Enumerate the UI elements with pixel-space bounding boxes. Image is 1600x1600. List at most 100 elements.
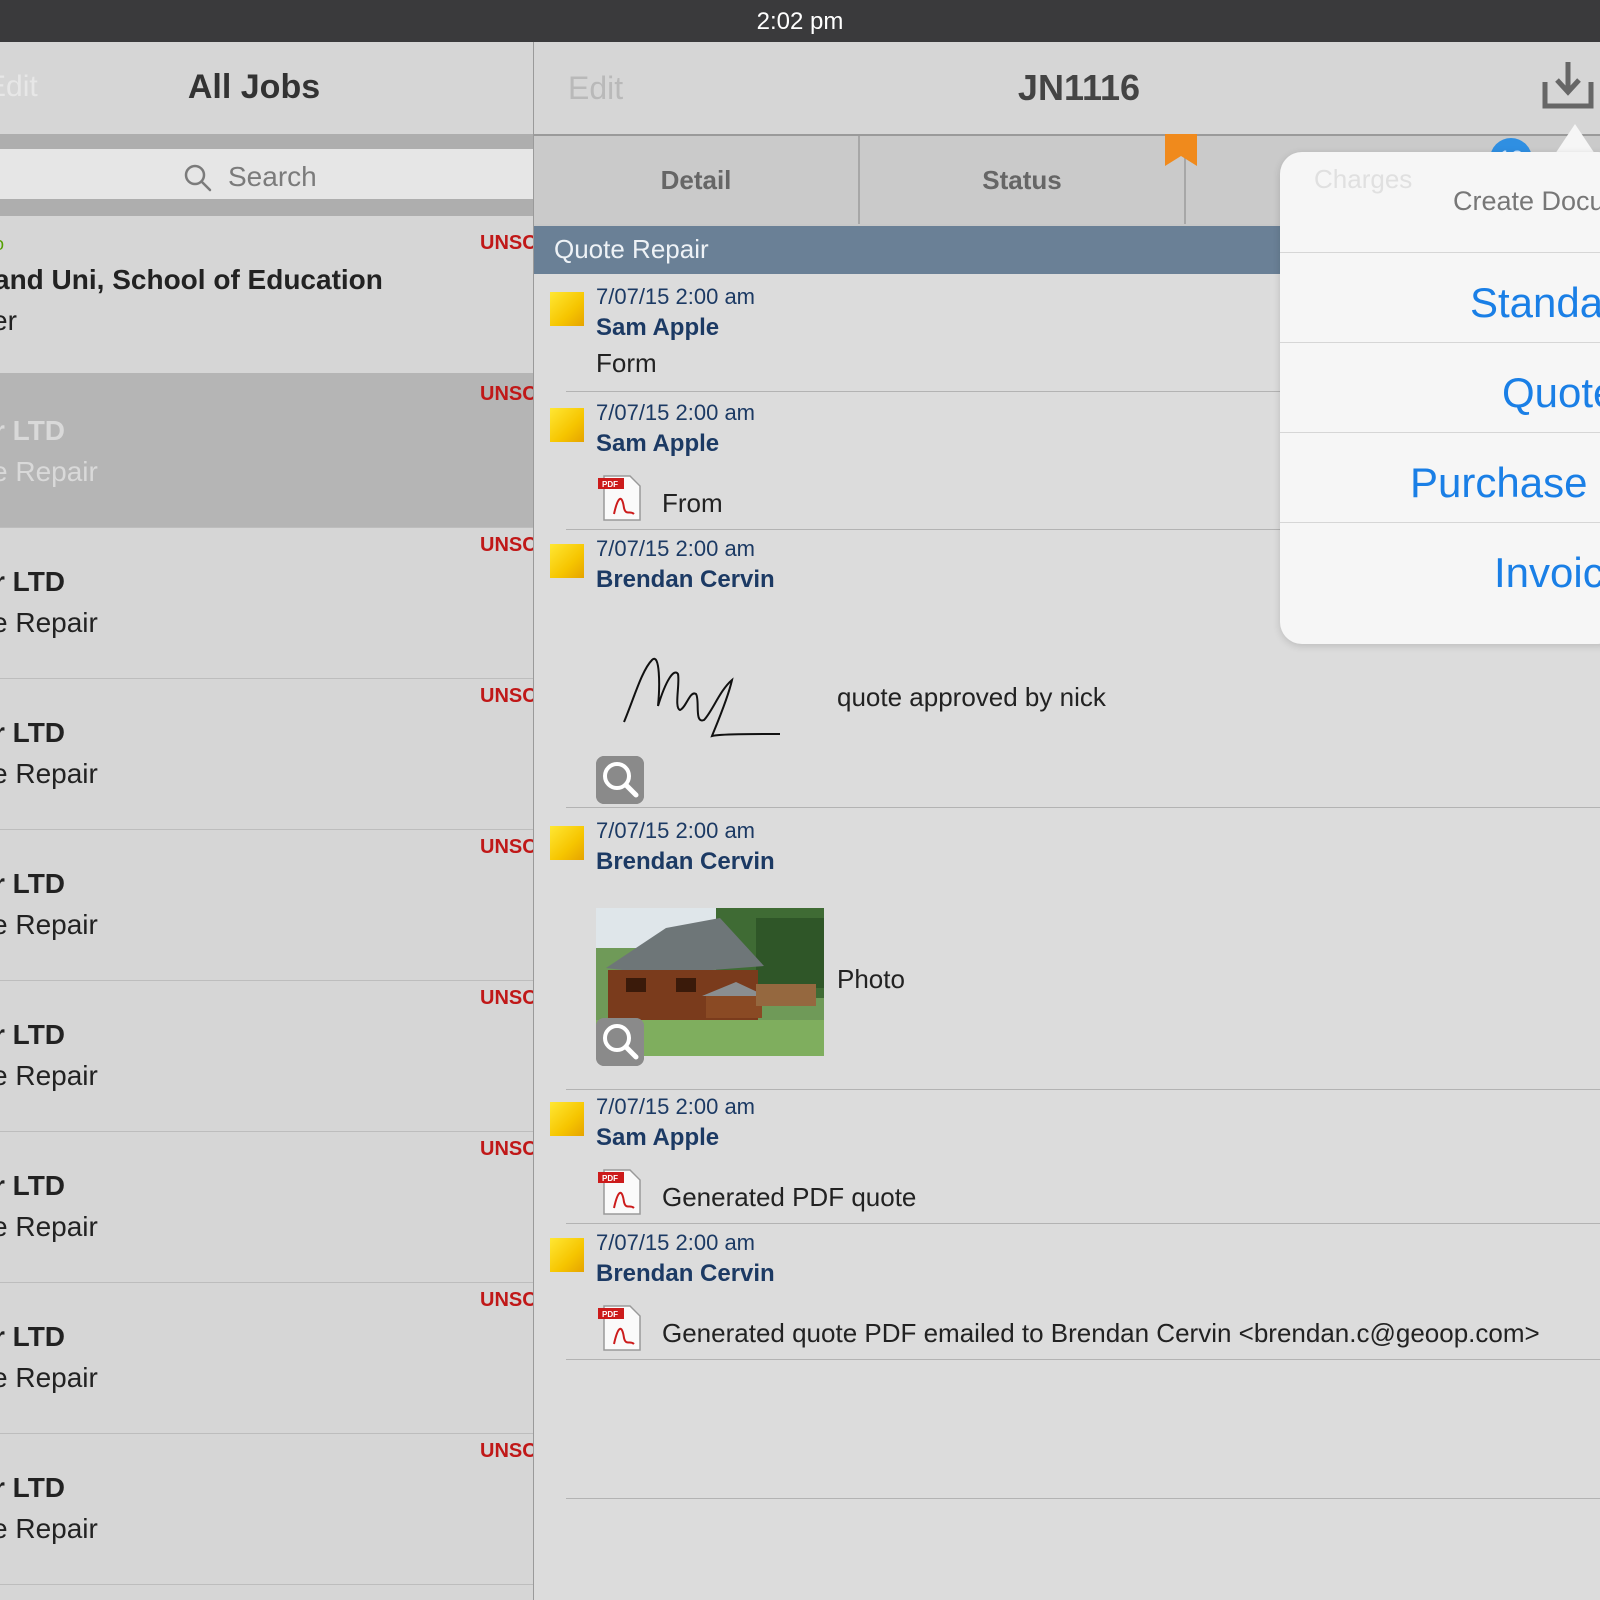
job-client: r LTD (0, 1472, 66, 1503)
job-row[interactable]: UNSC r LTD e Repair (0, 977, 533, 1132)
note-icon (550, 826, 584, 860)
note-icon (550, 408, 584, 442)
entry-date: 7/07/15 2:00 am (596, 1094, 756, 1119)
job-row[interactable]: UNSC r LTD e Repair (0, 1128, 533, 1283)
job-row[interactable]: UNSC r LTD e Repair (0, 1430, 533, 1585)
detail-edit-button[interactable]: Edit (568, 70, 623, 107)
section-title: Quote Repair (554, 234, 709, 264)
entry-author: Brendan Cervin (596, 566, 775, 593)
create-standard-option[interactable]: Standa (1280, 252, 1600, 343)
job-client: r LTD (0, 717, 66, 748)
svg-text:PDF: PDF (602, 1310, 618, 1319)
download-icon[interactable] (1542, 60, 1594, 110)
svg-text:PDF: PDF (602, 1174, 618, 1183)
job-client: r LTD (0, 415, 66, 446)
entry-text: Form (596, 348, 657, 378)
job-description: e Repair (0, 758, 98, 789)
job-description: e Repair (0, 1211, 98, 1242)
zoom-icon[interactable] (596, 1018, 644, 1066)
entry-author: Brendan Cervin (596, 1260, 775, 1287)
tab-status[interactable]: Status (860, 136, 1186, 224)
status-time: 2:02 pm (756, 8, 844, 35)
job-client: r LTD (0, 566, 66, 597)
job-status: UNSC (480, 1440, 533, 1462)
job-description: e Repair (0, 1060, 98, 1091)
popover-header: Charges Create Docu (1280, 152, 1600, 252)
entry-text: Generated PDF quote (662, 1182, 917, 1212)
pdf-icon[interactable]: PDF (596, 1304, 644, 1352)
job-description: e Repair (0, 456, 98, 487)
status-bar: 2:02 pm (0, 0, 1600, 42)
divider (566, 1359, 1600, 1360)
job-description: e Repair (0, 1513, 98, 1544)
zoom-icon[interactable] (596, 756, 644, 804)
bookmark-icon (1165, 134, 1197, 166)
job-number-title: JN1116 (1017, 67, 1141, 108)
job-status: UNSC (480, 836, 533, 858)
detail-nav-bar: Edit JN1116 (534, 42, 1600, 134)
entry-text: quote approved by nick (837, 682, 1106, 712)
svg-text:PDF: PDF (602, 480, 618, 489)
job-status: UNSC (480, 232, 533, 254)
job-row[interactable]: UNSC r LTD e Repair (0, 373, 533, 528)
entry-date: 7/07/15 2:00 am (596, 818, 756, 843)
pdf-icon[interactable]: PDF (596, 474, 644, 522)
job-row[interactable]: UNSC r LTD e Repair (0, 1279, 533, 1434)
job-row[interactable]: UNSC r LTD e Repair (0, 675, 533, 830)
job-description: e Repair (0, 1362, 98, 1393)
job-row[interactable]: o UNSC and Uni, School of Education er (0, 222, 533, 377)
entry-text: Generated quote PDF emailed to Brendan C… (662, 1318, 1540, 1348)
search-icon (184, 164, 212, 192)
job-client: r LTD (0, 1019, 66, 1050)
note-entry[interactable]: 7/07/15 2:00 am Brendan Cervin Photo (534, 812, 1600, 1092)
note-entry[interactable]: 7/07/15 2:00 am Brendan Cervin PDF Gener… (534, 1224, 1600, 1364)
job-client: and Uni, School of Education (0, 264, 383, 295)
divider (0, 134, 533, 149)
job-client: r LTD (0, 868, 66, 899)
job-description: e Repair (0, 909, 98, 940)
job-status: UNSC (480, 534, 533, 556)
create-quote-option[interactable]: Quote (1280, 342, 1600, 433)
create-invoice-option[interactable]: Invoic (1280, 522, 1600, 613)
entry-date: 7/07/15 2:00 am (596, 400, 756, 425)
note-icon (550, 1102, 584, 1136)
note-entry[interactable]: 7/07/15 2:00 am Sam Apple PDF Generated … (534, 1088, 1600, 1228)
note-icon (550, 292, 584, 326)
entry-date: 7/07/15 2:00 am (596, 284, 756, 309)
divider (566, 1498, 1600, 1499)
popover-arrow (1555, 124, 1595, 154)
signature-image[interactable] (620, 650, 780, 740)
entry-date: 7/07/15 2:00 am (596, 536, 756, 561)
job-tag: o (0, 234, 4, 255)
tab-detail[interactable]: Detail (534, 136, 860, 224)
note-icon (550, 1238, 584, 1272)
entry-text: Photo (837, 964, 905, 994)
job-row[interactable]: UNSC r LTD e Repair (0, 524, 533, 679)
job-status: UNSC (480, 987, 533, 1009)
divider (0, 199, 533, 216)
entry-text: From (662, 488, 723, 518)
job-client: r LTD (0, 1170, 66, 1201)
job-status: UNSC (480, 685, 533, 707)
job-status: UNSC (480, 383, 533, 405)
job-description: er (0, 305, 17, 336)
pdf-icon[interactable]: PDF (596, 1168, 644, 1216)
charges-tab-ghost-label: Charges (1314, 164, 1413, 194)
search-input[interactable]: Search (228, 161, 317, 193)
option-label: Invoic (1494, 549, 1600, 596)
popover-title: Create Docu (1453, 186, 1600, 216)
jobs-title: All Jobs (187, 68, 321, 106)
job-description: e Repair (0, 607, 98, 638)
jobs-nav-bar: Edit All Jobs (0, 42, 533, 134)
create-purchase-option[interactable]: Purchase (1280, 432, 1600, 523)
divider (566, 807, 1600, 808)
note-icon (550, 544, 584, 578)
job-status: UNSC (480, 1289, 533, 1311)
entry-author: Brendan Cervin (596, 848, 775, 875)
entry-date: 7/07/15 2:00 am (596, 1230, 756, 1255)
option-label: Standa (1470, 279, 1600, 326)
search-bar[interactable]: Search (0, 149, 533, 199)
option-label: Purchase (1410, 459, 1588, 506)
job-row[interactable]: UNSC r LTD e Repair (0, 826, 533, 981)
jobs-list-pane: Edit All Jobs Search o UNSC and Uni, Schoo… (0, 42, 533, 1600)
